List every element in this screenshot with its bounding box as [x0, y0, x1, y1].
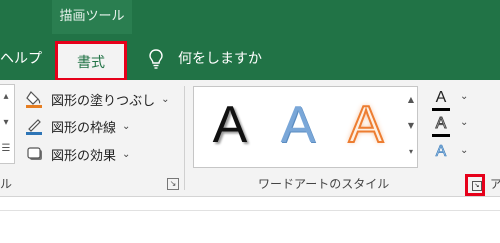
wordart-style-orange-outline[interactable]: A	[336, 93, 396, 157]
group-label-shape-styles: ル	[0, 177, 13, 191]
gallery-more-icon[interactable]: ▾	[405, 139, 417, 165]
wordart-style-black-shadow[interactable]: A	[200, 93, 260, 157]
text-outline-icon: A	[435, 115, 447, 133]
wordart-style-blue[interactable]: A	[268, 93, 328, 157]
tab-help[interactable]: ヘルプ	[0, 44, 42, 74]
shape-fill-button[interactable]: 図形の塗りつぶし ⌄	[26, 87, 170, 111]
divider	[0, 210, 500, 211]
shape-outline-label: 図形の枠線	[51, 120, 117, 136]
chevron-down-icon: ⌄	[460, 145, 469, 156]
chevron-down-icon: ⌄	[460, 117, 469, 128]
text-fill-color-bar	[432, 108, 450, 111]
group-label-next: ア	[490, 177, 500, 191]
wordart-style-gallery[interactable]: A A A	[193, 86, 407, 168]
lightbulb-icon[interactable]	[148, 49, 164, 69]
wordart-dialog-launcher-highlight[interactable]: ↘	[465, 174, 485, 196]
shape-effects-button[interactable]: 図形の効果 ⌄	[26, 142, 130, 166]
shape-effects-label: 図形の効果	[51, 148, 117, 164]
chevron-down-icon: ⌄	[122, 148, 131, 160]
chevron-down-icon: ⌄	[161, 93, 170, 105]
shape-gallery-edge: ▴ ▾ ☰	[0, 84, 15, 164]
tab-format[interactable]: 書式	[55, 41, 127, 81]
dialog-launcher-icon[interactable]: ↘	[167, 178, 179, 190]
tell-me-search[interactable]: 何をしますか	[178, 44, 262, 74]
text-outline-color-bar	[432, 134, 450, 137]
paint-bucket-icon	[26, 90, 46, 108]
scroll-down-icon[interactable]: ▼	[405, 113, 417, 139]
text-effects-icon: A	[435, 143, 447, 161]
chevron-down-icon: ⌄	[460, 91, 469, 102]
gallery-expand-icon[interactable]: ☰	[0, 141, 12, 157]
shape-effects-icon	[26, 145, 46, 163]
shape-fill-label: 図形の塗りつぶし	[51, 93, 156, 109]
scroll-up-icon[interactable]: ▲	[405, 87, 417, 113]
chevron-down-icon: ⌄	[122, 120, 131, 132]
worksheet-area	[0, 197, 500, 243]
group-separator	[184, 86, 185, 190]
shape-outline-button[interactable]: 図形の枠線 ⌄	[26, 114, 130, 138]
pen-outline-icon	[26, 117, 46, 135]
dialog-launcher-icon[interactable]: ↘	[472, 181, 482, 191]
drawing-tools-context-label: 描画ツール	[52, 0, 132, 34]
group-label-wordart-styles: ワードアートのスタイル	[258, 177, 390, 191]
scroll-down-icon[interactable]: ▾	[0, 115, 12, 131]
scroll-up-icon[interactable]: ▴	[0, 89, 12, 105]
gallery-scrollbar: ▲ ▼ ▾	[405, 86, 418, 168]
text-fill-icon: A	[435, 89, 447, 106]
